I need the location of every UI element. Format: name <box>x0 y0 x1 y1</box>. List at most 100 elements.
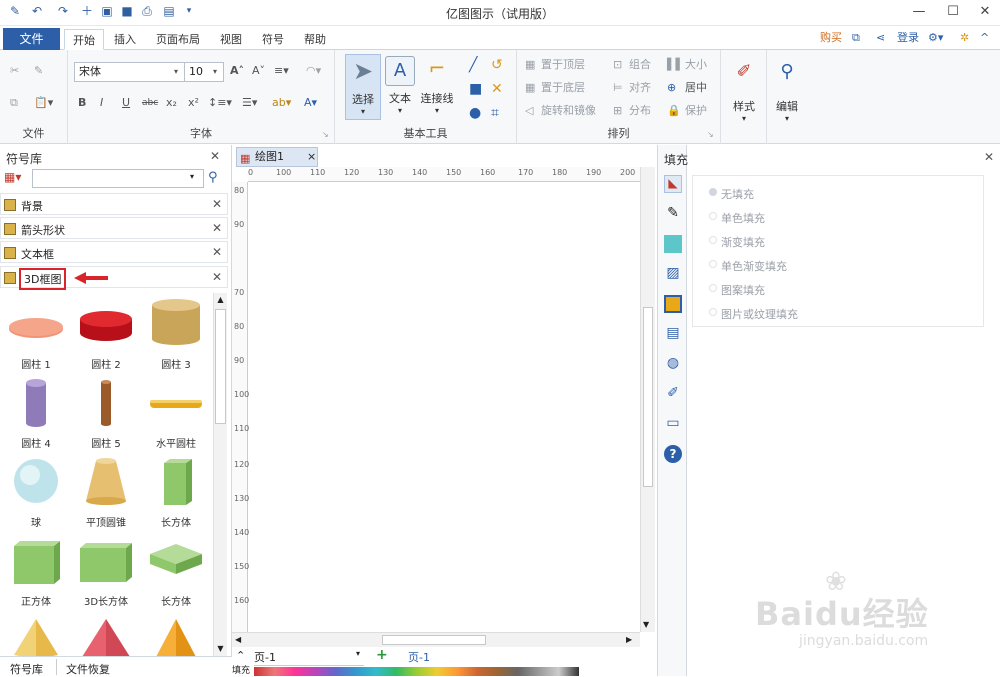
shape-cuboid[interactable]: 长方体 <box>142 453 210 531</box>
maximize-icon[interactable]: ☐ <box>942 2 964 22</box>
fill-option-none[interactable]: 无填充 <box>709 186 754 202</box>
shape-cylinder-2[interactable]: 圆柱 2 <box>72 295 140 373</box>
ellipse-tool-icon[interactable]: ● <box>469 106 481 120</box>
share-icon[interactable]: ⋖ <box>876 31 885 45</box>
ribbon-collapse-icon[interactable]: ^ <box>980 31 989 45</box>
document-tab[interactable]: ▦ 绘图1 × <box>236 147 318 167</box>
minimize-icon[interactable]: — <box>908 2 930 22</box>
tab-page-layout[interactable]: 页面布局 <box>150 29 206 50</box>
category-close-icon[interactable]: ✕ <box>212 221 222 235</box>
tab-file-recovery[interactable]: 文件恢复 <box>66 661 110 677</box>
bring-front-button[interactable]: 置于顶层 <box>541 58 585 72</box>
underline-icon[interactable]: U <box>122 96 130 110</box>
shape-horizontal-cylinder[interactable]: 水平圆柱 <box>142 374 210 452</box>
shrink-font-icon[interactable]: A˅ <box>252 64 265 78</box>
grow-font-icon[interactable]: A˄ <box>230 64 244 78</box>
canvas-vertical-scrollbar[interactable]: ▼ <box>640 167 655 632</box>
tab-symbol-library[interactable]: 符号库 <box>10 661 43 677</box>
comment-tab-icon[interactable]: ▭ <box>664 415 682 433</box>
library-close-icon[interactable]: ✕ <box>210 149 220 163</box>
library-category-background[interactable]: 背景 ✕ <box>0 193 228 215</box>
fill-panel-close-icon[interactable]: ✕ <box>984 150 994 164</box>
settings-gear-icon[interactable]: ⚙▾ <box>928 31 943 45</box>
center-button[interactable]: 居中 <box>685 81 707 95</box>
file-menu[interactable]: 文件 <box>3 28 60 50</box>
shape-cuboid-flat[interactable]: 长方体 <box>142 532 210 610</box>
drawing-page[interactable] <box>249 183 639 632</box>
font-color-icon[interactable]: A▾ <box>304 96 317 110</box>
page-tab-icon[interactable]: ▤ <box>664 325 682 343</box>
tab-view[interactable]: 视图 <box>214 29 248 50</box>
tab-insert[interactable]: 插入 <box>108 29 142 50</box>
shadow-tab-icon[interactable] <box>664 235 682 253</box>
canvas-scroll-right-icon[interactable]: ▶ <box>626 635 632 644</box>
library-category-arrows[interactable]: 箭头形状 ✕ <box>0 217 228 239</box>
brush-icon[interactable]: ✎ <box>34 64 43 78</box>
image-tab-icon[interactable]: ▨ <box>664 265 682 283</box>
rectangle-tool-icon[interactable]: ■ <box>469 82 482 96</box>
line-spacing-icon[interactable]: ↕≡▾ <box>208 96 232 110</box>
style-button[interactable]: ✐ 样式 ▾ <box>727 58 761 128</box>
add-page-icon[interactable]: + <box>376 647 388 663</box>
connector-tool-button[interactable]: ⌐ 连接线 ▾ <box>419 54 455 120</box>
shape-cylinder-3[interactable]: 圆柱 3 <box>142 295 210 373</box>
page-select-dropdown-icon[interactable]: ▾ <box>356 649 360 658</box>
arrange-dialog-launcher-icon[interactable]: ↘ <box>707 128 714 142</box>
shape-cylinder-1[interactable]: 圆柱 1 <box>2 295 70 373</box>
shape-frustum[interactable]: 平顶圆锥 <box>72 453 140 531</box>
shape-sphere[interactable]: 球 <box>2 453 70 531</box>
distribute-button[interactable]: 分布 <box>629 104 651 118</box>
scroll-down-icon[interactable]: ▼ <box>215 644 226 654</box>
subscript-icon[interactable]: x₂ <box>166 96 177 110</box>
shape-cube[interactable]: 正方体 <box>2 532 70 610</box>
buy-link[interactable]: 购买 <box>820 31 842 45</box>
font-name-select[interactable]: 宋体 <box>74 62 186 82</box>
category-close-icon[interactable]: ✕ <box>212 270 222 284</box>
bullets-icon[interactable]: ☰▾ <box>242 96 257 110</box>
size-button[interactable]: 大小 <box>685 58 707 72</box>
library-menu-icon[interactable]: ▦▾ <box>4 170 30 188</box>
italic-icon[interactable]: I <box>100 96 103 110</box>
close-icon[interactable]: ✕ <box>974 2 996 22</box>
rotate-mirror-button[interactable]: 旋转和镜像 <box>541 104 596 118</box>
scroll-up-icon[interactable]: ▲ <box>215 295 226 305</box>
fill-option-pattern[interactable]: 图案填充 <box>709 282 765 298</box>
fill-option-picture[interactable]: 图片或纹理填充 <box>709 306 798 322</box>
layer-tab-icon[interactable] <box>664 295 682 313</box>
hyperlink-tab-icon[interactable]: ◍ <box>664 355 682 373</box>
select-tool-button[interactable]: ➤ 选择 ▾ <box>345 54 381 120</box>
search-dropdown-icon[interactable]: ▾ <box>190 172 194 181</box>
line-tool-icon[interactable]: ╱ <box>469 58 477 72</box>
color-palette[interactable]: 填充 <box>232 666 657 676</box>
fill-option-gradient[interactable]: 渐变填充 <box>709 234 765 250</box>
canvas-hscroll-thumb[interactable] <box>382 635 486 645</box>
library-search-input[interactable] <box>32 169 204 188</box>
canvas-scroll-left-icon[interactable]: ◀ <box>235 635 241 644</box>
highlight-icon[interactable]: ab▾ <box>272 96 291 110</box>
paste-icon[interactable]: 📋▾ <box>34 96 53 110</box>
shape-3d-cuboid[interactable]: 3D长方体 <box>72 532 140 610</box>
document-tab-close-icon[interactable]: × <box>307 148 316 166</box>
search-icon[interactable]: ⚲ <box>208 170 218 185</box>
canvas-scroll-down-icon[interactable]: ▼ <box>643 620 649 629</box>
canvas-vscroll-thumb[interactable] <box>643 307 653 487</box>
line-tab-icon[interactable]: ✎ <box>664 205 682 223</box>
palette-swatches[interactable] <box>254 667 579 676</box>
help-tab-icon[interactable]: ? <box>664 445 682 463</box>
bold-icon[interactable]: B <box>78 96 86 110</box>
text-align-icon[interactable]: ≡▾ <box>274 64 289 78</box>
tab-help[interactable]: 帮助 <box>298 29 332 50</box>
shape-cylinder-4[interactable]: 圆柱 4 <box>2 374 70 452</box>
page-tab[interactable]: 页-1 <box>408 649 430 665</box>
protect-button[interactable]: 保护 <box>685 104 707 118</box>
tab-symbols[interactable]: 符号 <box>256 29 290 50</box>
curve-text-icon[interactable]: ◠▾ <box>306 64 321 78</box>
fill-option-mono-gradient[interactable]: 单色渐变填充 <box>709 258 787 274</box>
strikethrough-icon[interactable]: abc <box>142 96 158 110</box>
font-name-dropdown-icon[interactable]: ▾ <box>174 65 178 79</box>
scissors-tool-icon[interactable]: ✕ <box>491 82 503 96</box>
text-tool-button[interactable]: A 文本 ▾ <box>383 54 417 120</box>
attachment-tab-icon[interactable]: ✐ <box>664 385 682 403</box>
shape-cylinder-5[interactable]: 圆柱 5 <box>72 374 140 452</box>
page-expand-icon[interactable]: ⌃ <box>236 649 245 662</box>
